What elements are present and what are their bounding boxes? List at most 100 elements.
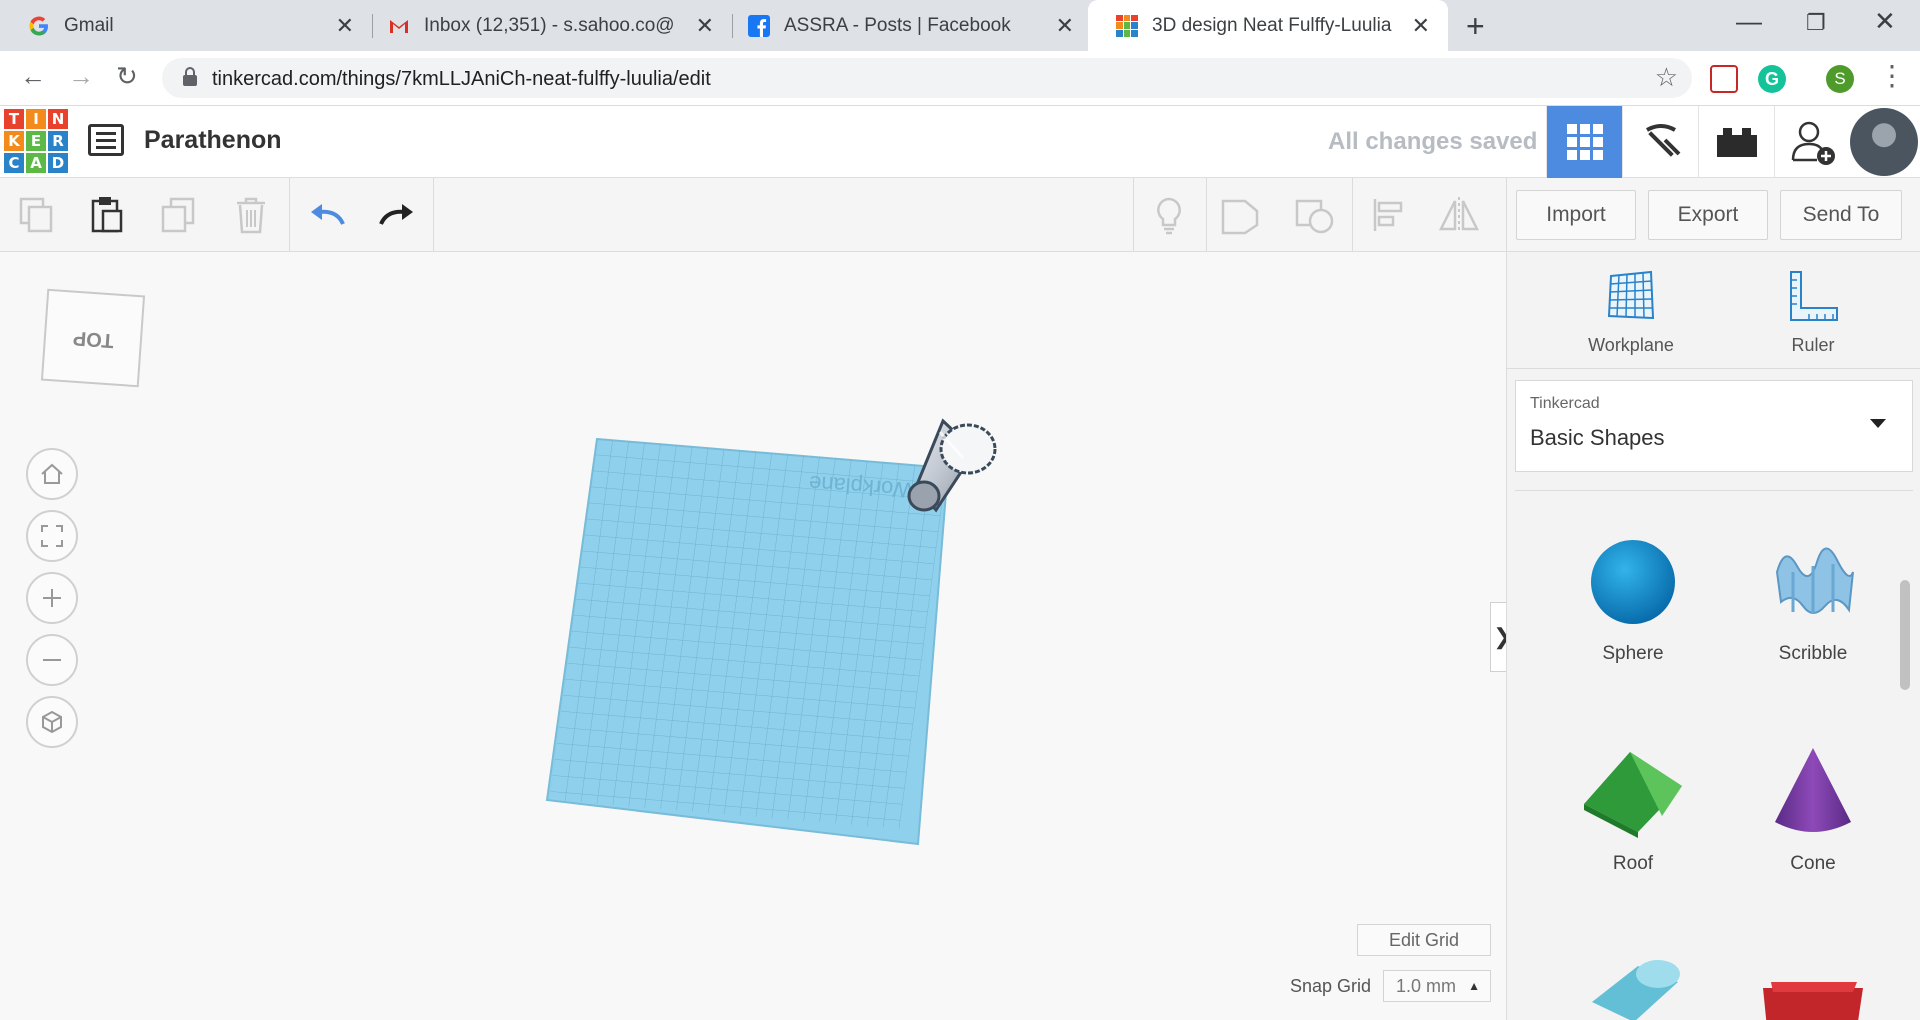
shape-sphere[interactable]: Sphere [1543,532,1723,665]
codeblocks-button[interactable] [1622,106,1698,178]
text-shape-icon [1763,982,1863,1020]
design-workspace[interactable]: TOP Workplane ❯ Edit Grid Snap Grid 1.0 … [0,252,1514,1020]
cone-icon [1775,748,1851,832]
tab-title: ASSRA - Posts | Facebook [784,14,1011,36]
shape-cylinder[interactable] [1543,952,1723,1020]
shape-cone[interactable]: Cone [1723,742,1903,875]
shape-roof[interactable]: Roof [1543,742,1723,875]
shape-scribble[interactable]: Scribble [1723,532,1903,665]
invite-user-button[interactable] [1774,106,1850,178]
workplane-icon [1607,270,1655,320]
library-source: Tinkercad [1530,395,1600,412]
tab-title: Gmail [64,14,114,36]
tab-gmail[interactable]: Gmail ✕ [0,0,372,51]
ruler-tool[interactable]: Ruler [1743,270,1883,356]
send-to-button[interactable]: Send To [1780,190,1902,240]
address-toolbar: ← → ↻ tinkercad.com/things/7kmLLJAniCh-n… [0,51,1920,106]
close-tab-icon[interactable]: ✕ [1056,13,1074,39]
google-icon [29,16,48,36]
shape-text[interactable] [1723,968,1903,1020]
browser-menu-icon[interactable]: ⋮ [1878,59,1906,92]
extension-icon[interactable] [1710,65,1738,93]
logo-letter: I [26,109,46,129]
toolbar-divider [1352,178,1353,252]
grammarly-icon[interactable]: G [1758,65,1786,93]
export-button[interactable]: Export [1648,190,1768,240]
tab-tinkercad[interactable]: 3D design Neat Fulffy-Luulia | Tin ✕ [1088,0,1448,51]
workplane-tool[interactable]: Workplane [1561,270,1701,356]
edit-toolbar: Import Export Send To [0,178,1920,252]
logo-letter: R [48,131,68,151]
logo-letter: K [4,131,24,151]
pickaxe-icon [1645,124,1680,157]
group-button[interactable] [1218,192,1264,238]
grid-icon [1566,124,1603,160]
panel-divider [1507,368,1920,369]
align-button[interactable] [1366,192,1412,238]
caret-up-icon: ▲ [1468,979,1480,993]
bookmark-star-icon[interactable]: ☆ [1655,62,1678,93]
duplicate-button[interactable] [156,192,202,238]
close-tab-icon[interactable]: ✕ [1412,13,1430,39]
new-tab-icon[interactable]: + [1466,8,1485,45]
copy-icon [19,197,53,233]
omnibox[interactable]: tinkercad.com/things/7kmLLJAniCh-neat-fu… [162,58,1692,98]
ungroup-button[interactable] [1292,192,1338,238]
notes-button[interactable] [1146,192,1192,238]
close-window-icon[interactable]: ✕ [1874,6,1896,37]
delete-button[interactable] [228,192,274,238]
shape-label: Cone [1790,853,1836,874]
lock-icon [183,67,197,86]
ungroup-icon [1295,199,1334,234]
ruler-label: Ruler [1791,335,1835,355]
reload-icon[interactable]: ↻ [116,61,138,92]
shape-label: Roof [1612,853,1654,874]
undo-button[interactable] [304,192,350,238]
minimize-icon[interactable]: — [1736,6,1762,37]
trash-icon [237,197,265,234]
brick-icon [1716,128,1757,157]
paste-button[interactable] [84,192,130,238]
panel-scrollbar[interactable] [1900,580,1910,690]
3d-scene[interactable]: Workplane [0,252,1506,1020]
close-tab-icon[interactable]: ✕ [336,13,354,39]
dropdown-arrow-icon [1870,419,1886,428]
toolbar-divider [1506,178,1507,252]
import-button[interactable]: Import [1516,190,1636,240]
shapes-panel: Workplane Ruler Tinkercad Basic Shapes S… [1506,252,1920,1020]
tab-facebook[interactable]: ASSRA - Posts | Facebook ✕ [720,0,1092,51]
profile-avatar[interactable]: S [1826,65,1854,93]
design-list-icon[interactable] [88,124,124,156]
shape-label: Sphere [1602,643,1664,664]
scribble-icon [1775,547,1854,614]
app-header: T I N K E R C A D Parathenon All changes… [0,106,1920,178]
tinkercad-logo[interactable]: T I N K E R C A D [4,109,68,173]
workplane-grid[interactable]: Workplane [545,437,950,846]
user-avatar[interactable] [1850,108,1918,176]
back-icon[interactable]: ← [20,61,46,92]
copy-button[interactable] [14,192,60,238]
3d-design-view-button[interactable] [1546,106,1622,178]
tab-inbox[interactable]: Inbox (12,351) - s.sahoo.co@gma ✕ [360,0,732,51]
forward-icon[interactable]: → [68,61,94,92]
shape-library-select[interactable]: Tinkercad Basic Shapes [1515,380,1913,472]
logo-letter: E [26,131,46,151]
logo-letter: A [26,153,46,173]
snap-grid-select[interactable]: 1.0 mm ▲ [1383,970,1491,1002]
mirror-button[interactable] [1436,192,1482,238]
mirror-icon [1438,197,1480,233]
sphere-icon [1591,540,1675,624]
duplicate-icon [161,197,195,233]
ruler-icon [1790,271,1838,321]
group-icon [1221,199,1259,235]
logo-letter: N [48,109,68,129]
restore-icon[interactable]: ❐ [1806,10,1826,36]
bricks-button[interactable] [1698,106,1774,178]
redo-button[interactable] [374,192,420,238]
design-title[interactable]: Parathenon [144,126,282,155]
edit-grid-button[interactable]: Edit Grid [1357,924,1491,956]
toolbar-divider [1206,178,1207,252]
close-tab-icon[interactable]: ✕ [696,13,714,39]
tab-title: Inbox (12,351) - s.sahoo.co@gma [424,14,674,36]
shape-label: Scribble [1778,643,1848,664]
